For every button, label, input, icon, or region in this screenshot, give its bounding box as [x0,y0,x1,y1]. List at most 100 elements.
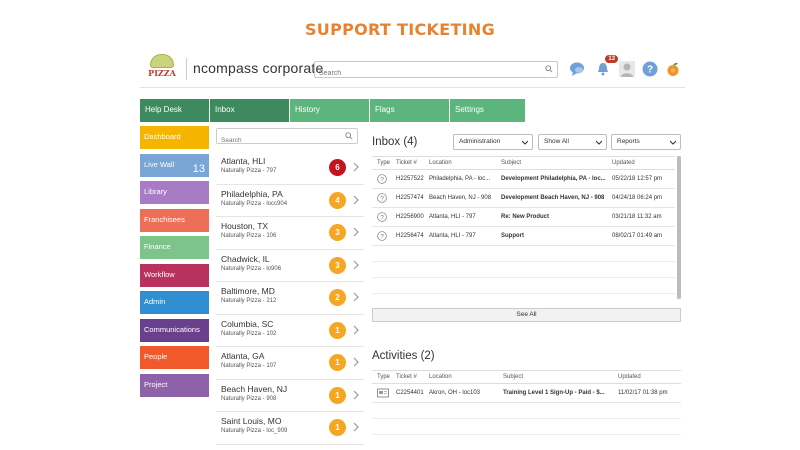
table-row[interactable]: ? H2256900 Atlanta, HLI - 797 Re: New Produ… [372,208,675,227]
table-row[interactable]: C2254401 Akron, OH - loc103 Training Lev… [372,384,681,403]
brand-logo[interactable]: PIZZA [146,52,178,82]
tab-help-desk[interactable]: Help Desk [140,99,210,122]
col-ticket: Ticket # [396,160,417,166]
bell-icon [598,63,608,76]
reports-dropdown[interactable]: Reports [611,134,681,150]
ticket-count-badge: 3 [329,256,346,274]
chevron-down-icon [670,140,676,145]
tab-history[interactable]: History [290,99,370,122]
col-updated: Updated [612,160,635,166]
ticket-subject: Support [501,233,524,239]
table-row[interactable]: ? H2257522 Philadelphia, PA - loc... Develo… [372,170,675,189]
location-item[interactable]: Atlanta, GA Naturally Pizza - 107 1 [216,347,364,380]
sidebar-item-project[interactable]: Project [140,373,209,397]
ticket-subject: Development Philadelphia, PA - loc... [501,176,606,182]
question-icon: ? [377,231,387,241]
chat-icon[interactable] [569,61,585,77]
app-header: PIZZA ncompass corporate 13 ? [140,52,685,88]
show-all-dropdown-value: Show All [544,138,569,145]
sidebar-item-workflow[interactable]: Workflow [140,263,209,287]
ticket-updated: 05/22/18 12:57 pm [612,176,663,182]
location-item[interactable]: Columbia, SC Naturally Pizza - 102 1 [216,315,364,347]
col-location: Location [429,160,452,166]
search-icon[interactable] [545,65,553,73]
location-item[interactable]: Chadwick, IL Naturally Pizza - lo906 3 [216,250,364,282]
ticket-location: Atlanta, HLI - 797 [429,214,476,220]
empty-row [372,262,675,278]
ticket-count-badge: 1 [329,386,346,404]
chevron-right-icon[interactable] [351,260,361,270]
ticket-location: Philadelphia, PA - loc... [429,176,491,182]
company-name: ncompass corporate [193,60,324,76]
empty-row [372,419,681,435]
table-row[interactable]: ? H2256474 Atlanta, HLI - 797 Support 08/02/… [372,227,675,246]
svg-text:?: ? [647,65,653,76]
col-ticket: Ticket # [396,374,417,380]
search-icon[interactable] [345,132,353,140]
sidebar-item-dashboard[interactable]: Dashboard [140,126,209,149]
sidebar: Dashboard Live Wall 13 Library Franchisee… [140,126,209,401]
location-item[interactable]: Atlanta, HLI Naturally Pizza - 797 6 [216,152,364,185]
chevron-right-icon[interactable] [351,422,361,432]
location-item[interactable]: Baltimore, MD Naturally Pizza - 212 2 [216,282,364,315]
table-row[interactable]: ? H2257474 Beach Haven, NJ - 908 Developmen… [372,189,675,208]
chevron-right-icon[interactable] [351,227,361,237]
orange-fruit-icon[interactable] [665,61,681,77]
location-item[interactable]: Saint Louis, MO Naturally Pizza - loc_909… [216,412,364,445]
location-item[interactable]: Beach Haven, NJ Naturally Pizza - 908 1 [216,380,364,412]
sidebar-item-finance[interactable]: Finance [140,236,209,259]
inbox-scrollbar-thumb[interactable] [677,156,681,299]
notifications[interactable]: 13 [595,55,618,77]
location-list: Atlanta, HLI Naturally Pizza - 797 6 Philad… [216,152,364,445]
activities-table-header: Type Ticket # Location Subject Updated [372,370,681,384]
global-search-input[interactable] [315,66,535,81]
chevron-right-icon[interactable] [351,390,361,400]
location-item[interactable]: Houston, TX Naturally Pizza - 106 3 [216,217,364,250]
sidebar-item-franchisees[interactable]: Franchisees [140,208,209,232]
tab-inbox[interactable]: Inbox [210,99,290,122]
chevron-right-icon[interactable] [351,292,361,302]
col-updated: Updated [618,374,641,380]
chevron-right-icon[interactable] [351,325,361,335]
ticket-updated: 11/02/17 01:38 pm [618,390,668,396]
location-search[interactable] [216,128,358,147]
location-search-input[interactable] [217,134,337,147]
training-icon [377,388,389,398]
sidebar-item-people[interactable]: People [140,346,209,369]
sidebar-item-live-wall[interactable]: Live Wall 13 [140,153,209,177]
ticket-location: Beach Haven, NJ - 908 [429,195,492,201]
help-icon[interactable]: ? [642,61,658,77]
user-icon[interactable] [619,61,635,77]
ticket-subject: Re: New Product [501,214,550,220]
ticket-count-badge: 1 [329,419,346,436]
main-nav: Help Desk Inbox History Flags Settings [140,99,525,122]
chevron-right-icon[interactable] [351,195,361,205]
sidebar-item-label: Project [144,379,168,389]
ticket-count-badge: 3 [329,224,346,241]
sidebar-item-label: Finance [144,242,171,251]
sidebar-item-admin[interactable]: Admin [140,291,209,314]
sidebar-item-communications[interactable]: Communications [140,318,209,342]
inbox-scrollbar[interactable] [677,156,681,299]
empty-row [372,246,675,262]
tab-flags[interactable]: Flags [370,99,450,122]
sidebar-item-label: People [144,352,168,361]
tab-settings[interactable]: Settings [450,99,525,122]
sidebar-item-label: Library [144,187,167,196]
administration-dropdown[interactable]: Administration [453,134,533,150]
sidebar-item-library[interactable]: Library [140,181,209,204]
location-item[interactable]: Philadelphia, PA Naturally Pizza - locc90… [216,185,364,217]
see-all-button[interactable]: See All [372,308,681,322]
logo-graphic [150,54,174,68]
chevron-right-icon[interactable] [351,162,361,172]
chevron-right-icon[interactable] [351,357,361,367]
sidebar-item-label: Communications [144,324,200,334]
ticket-updated: 03/21/18 11:32 am [612,214,662,220]
ticket-count-badge: 1 [329,321,346,339]
col-type: Type [377,160,391,166]
global-search[interactable] [314,61,558,81]
question-icon: ? [377,174,387,184]
show-all-dropdown[interactable]: Show All [538,134,607,150]
question-icon: ? [377,193,387,203]
col-subject: Subject [503,374,524,380]
